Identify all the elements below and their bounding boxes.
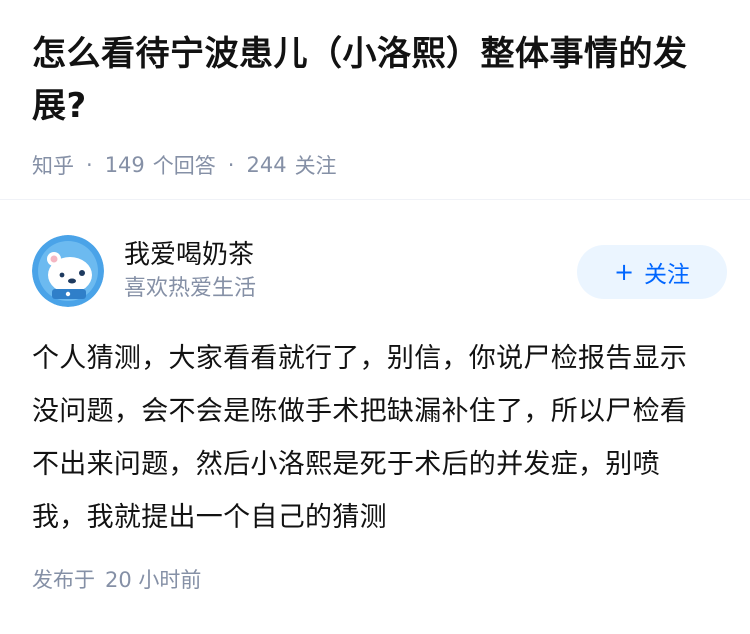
- follow-button[interactable]: + 关注: [577, 245, 727, 299]
- author-row: 我爱喝奶茶 喜欢热爱生活 + 关注: [32, 234, 727, 308]
- answer-count: 149: [104, 153, 145, 177]
- answer-card: 我爱喝奶茶 喜欢热爱生活 + 关注 个人猜测，大家看看就行了，别信，你说尸检报告…: [32, 234, 727, 544]
- section-divider: [0, 199, 750, 200]
- meta-separator: ·: [86, 153, 93, 177]
- author-info: 我爱喝奶茶 喜欢热爱生活: [124, 238, 256, 304]
- author-name[interactable]: 我爱喝奶茶: [124, 238, 256, 272]
- answer-content[interactable]: 个人猜测，大家看看就行了，别信，你说尸检报告显示没问题，会不会是陈做手术把缺漏补…: [32, 332, 704, 544]
- answer-count-label[interactable]: 个回答: [153, 150, 216, 180]
- follow-count-label[interactable]: 关注: [295, 150, 337, 180]
- meta-separator: ·: [227, 153, 235, 177]
- source-label[interactable]: 知乎: [32, 150, 74, 180]
- cartoon-bear-avatar-icon: [32, 235, 104, 307]
- author-bio: 喜欢热爱生活: [124, 276, 257, 301]
- plus-icon: +: [613, 258, 635, 286]
- publish-time-value: 20 小时前: [105, 568, 202, 592]
- publish-time: 发布于 20 小时前: [32, 564, 201, 594]
- publish-label: 发布于: [32, 568, 95, 592]
- question-title[interactable]: 怎么看待宁波患儿（小洛熙）整体事情的发展?: [32, 28, 722, 132]
- question-meta: 知乎 · 149 个回答 · 244 关注: [32, 150, 722, 180]
- follow-button-label: 关注: [644, 262, 691, 288]
- avatar[interactable]: [32, 235, 104, 307]
- question-header: 怎么看待宁波患儿（小洛熙）整体事情的发展? 知乎 · 149 个回答 · 244…: [32, 28, 722, 180]
- follow-count: 244: [246, 153, 287, 177]
